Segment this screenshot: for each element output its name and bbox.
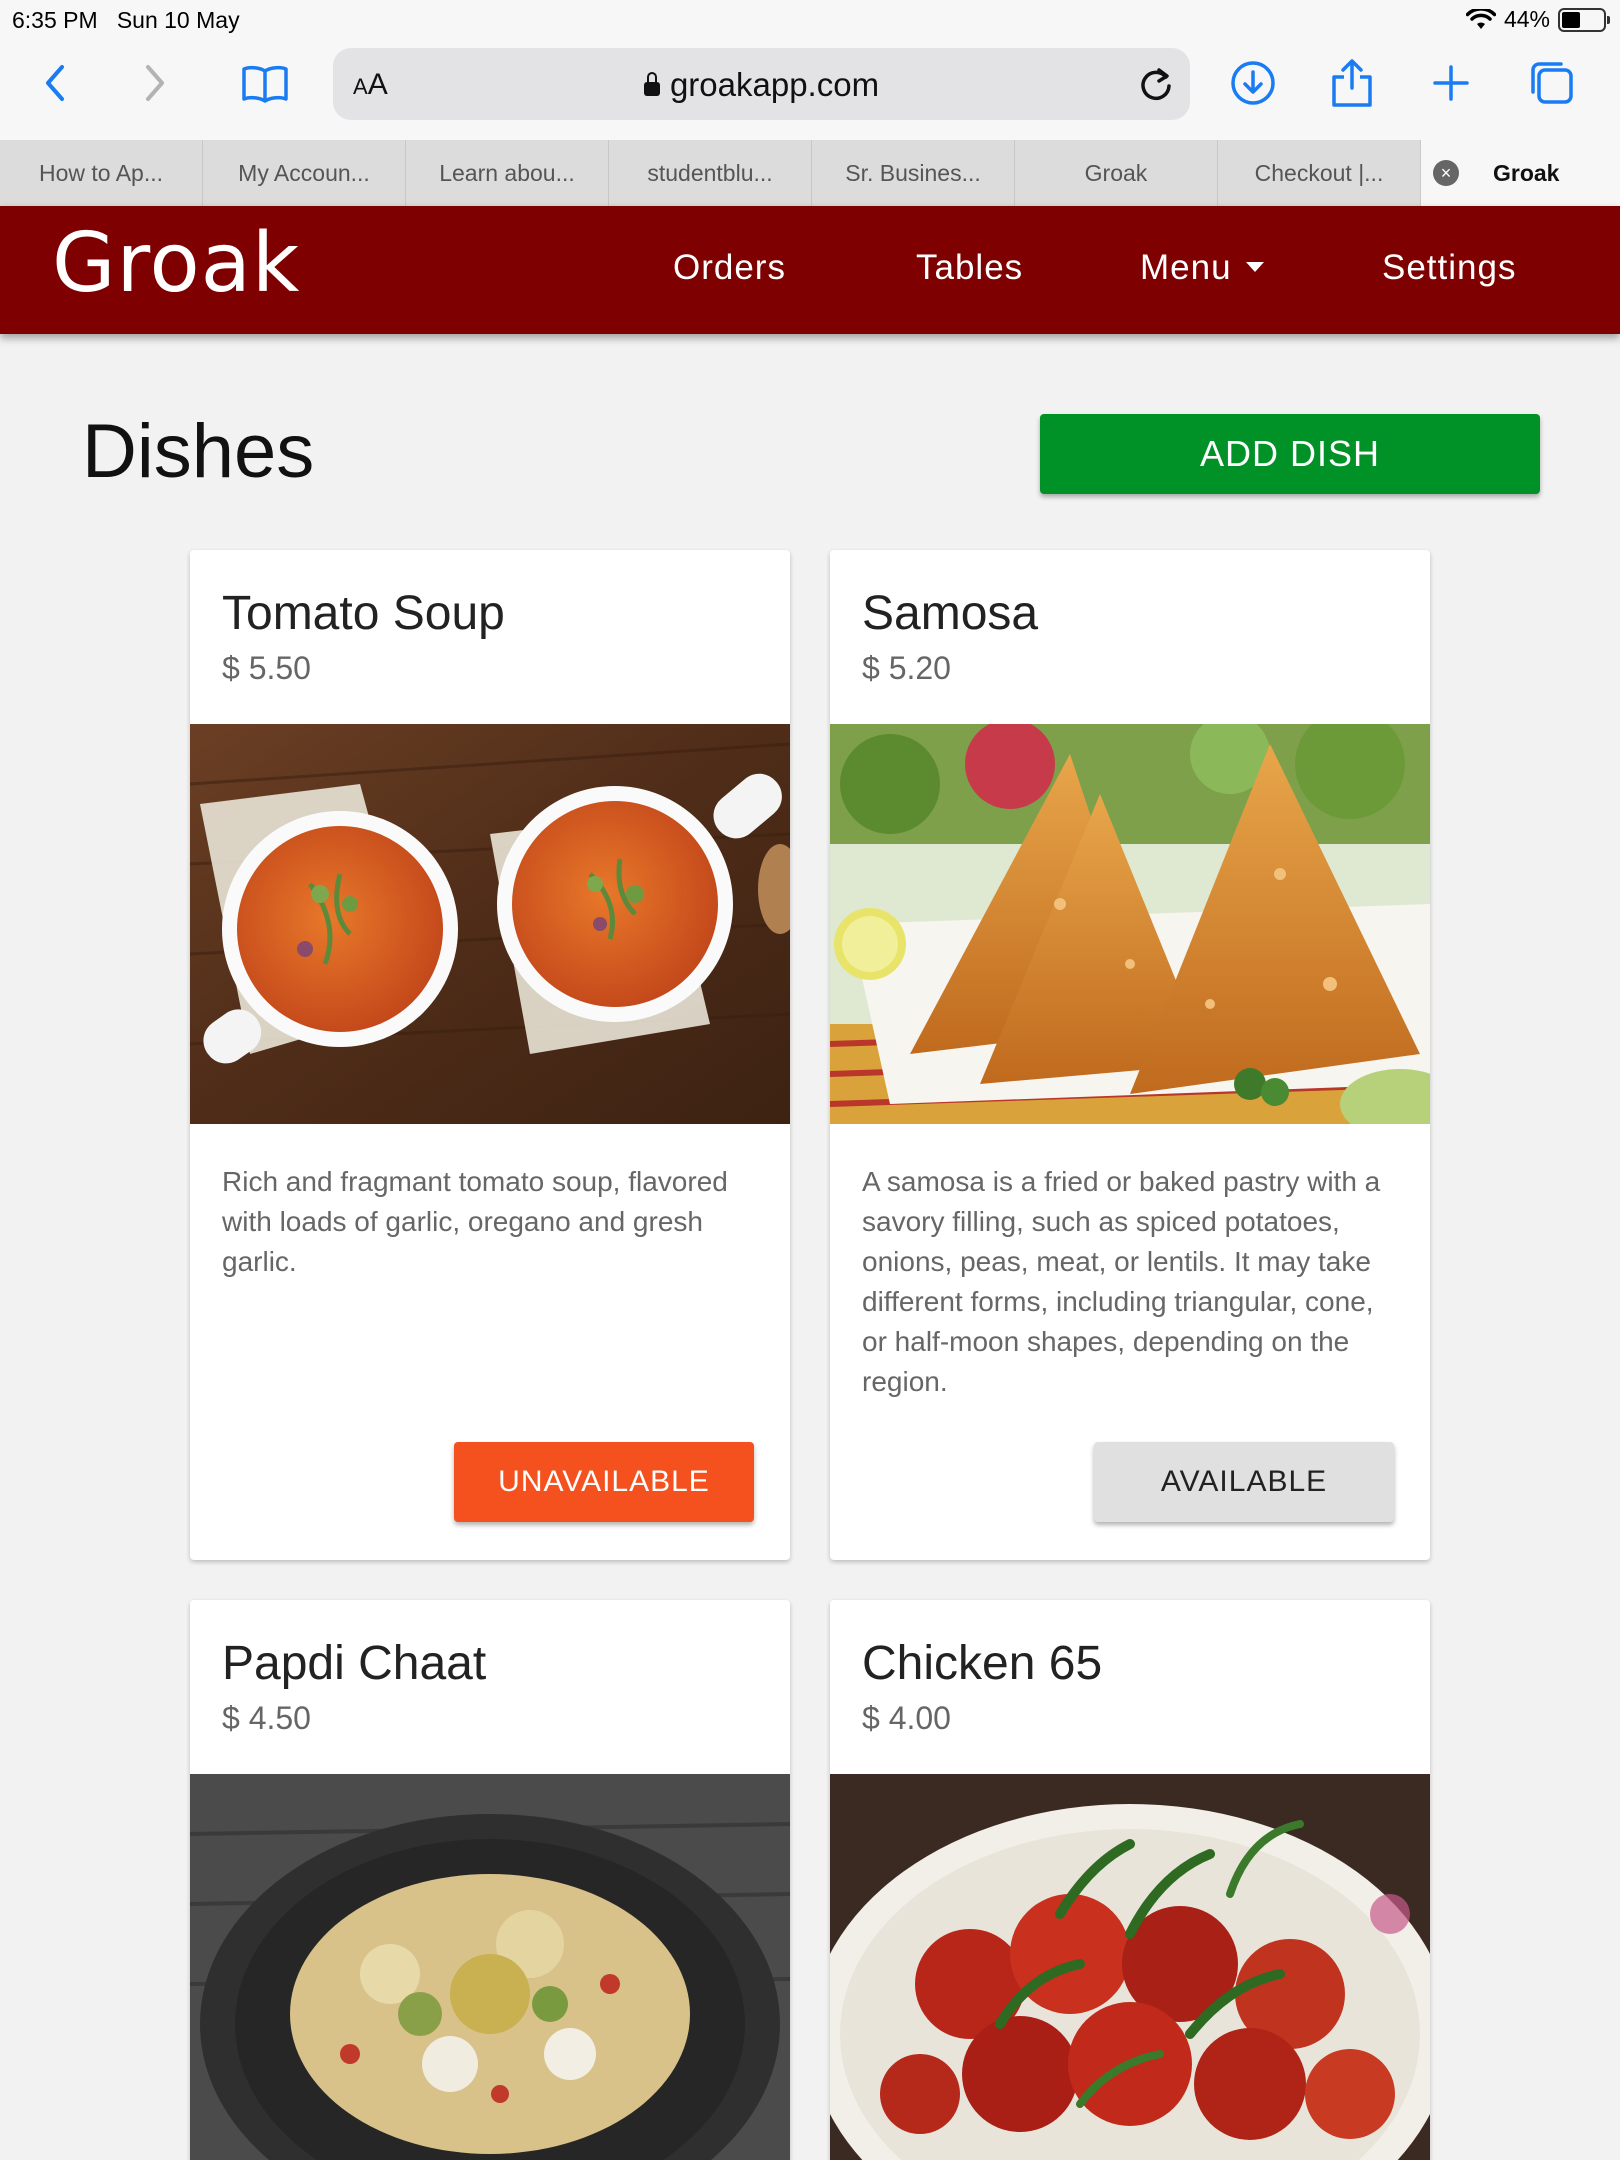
- browser-tab[interactable]: Learn abou...: [406, 140, 609, 206]
- browser-tab[interactable]: Checkout |...: [1218, 140, 1421, 206]
- tabs-overview-icon[interactable]: [1526, 58, 1576, 108]
- nav-menu-dropdown[interactable]: Menu: [1140, 248, 1264, 288]
- dish-price: $ 4.00: [862, 1700, 951, 1736]
- status-date: Sun 10 May: [116, 7, 240, 33]
- status-right: 44%: [1465, 6, 1610, 33]
- add-dish-button[interactable]: ADD DISH: [1040, 414, 1540, 494]
- dish-image-chicken-65: [830, 1774, 1430, 2160]
- bookmarks-icon[interactable]: [240, 58, 290, 108]
- tab-label: How to Ap...: [38, 159, 163, 186]
- wifi-icon: [1465, 8, 1496, 29]
- browser-tab[interactable]: Groak: [1015, 140, 1218, 206]
- status-time: 6:35 PM Sun 10 May: [12, 7, 240, 34]
- battery-percent: 44%: [1503, 6, 1550, 32]
- browser-tab[interactable]: How to Ap...: [0, 140, 203, 206]
- dish-name: Tomato Soup: [222, 587, 505, 640]
- dish-price: $ 5.20: [862, 650, 951, 686]
- tab-label: Checkout |...: [1254, 159, 1384, 186]
- dish-card: Chicken 65 $ 4.00: [830, 1600, 1430, 2160]
- dish-name: Papdi Chaat: [222, 1637, 487, 1690]
- new-tab-icon[interactable]: [1426, 58, 1476, 108]
- dish-description: A samosa is a fried or baked pastry with…: [862, 1166, 1381, 1397]
- page-title: Dishes: [82, 409, 315, 494]
- browser-tab[interactable]: My Accoun...: [203, 140, 406, 206]
- url-display: groakapp.com: [333, 66, 1190, 104]
- nav-orders[interactable]: Orders: [673, 248, 786, 288]
- dish-price: $ 5.50: [222, 650, 311, 686]
- download-icon[interactable]: [1228, 58, 1278, 108]
- nav-tables[interactable]: Tables: [916, 248, 1023, 288]
- browser-tab[interactable]: Sr. Busines...: [812, 140, 1015, 206]
- dish-price: $ 4.50: [222, 1700, 311, 1736]
- dish-card: Samosa $ 5.20 A samosa is a fried or bak…: [830, 550, 1430, 1560]
- dish-name: Samosa: [862, 587, 1039, 640]
- battery-icon: [1558, 7, 1610, 32]
- caret-down-icon: [1245, 261, 1264, 272]
- tab-label: Groak: [1493, 159, 1560, 186]
- url-bar[interactable]: AA groakapp.com: [333, 48, 1190, 120]
- tab-label: My Accoun...: [238, 159, 370, 186]
- dish-image-papdi-chaat: [190, 1774, 790, 2160]
- browser-tab-active[interactable]: × Groak: [1421, 140, 1620, 206]
- app-navbar: Groak Orders Tables Menu Settings: [0, 206, 1620, 334]
- dish-card: Papdi Chaat $ 4.50: [190, 1600, 790, 2160]
- groak-logo[interactable]: Groak: [52, 216, 300, 311]
- lock-icon: [643, 72, 660, 96]
- availability-toggle-button[interactable]: AVAILABLE: [1094, 1442, 1394, 1522]
- share-icon[interactable]: [1327, 58, 1377, 108]
- back-icon[interactable]: [30, 58, 80, 108]
- tab-label: Learn abou...: [439, 159, 575, 186]
- dish-image-samosa: [830, 724, 1430, 1124]
- tab-label: studentblu...: [647, 159, 773, 186]
- reload-icon[interactable]: [1136, 64, 1176, 104]
- url-text: groakapp.com: [669, 66, 880, 103]
- tab-label: Groak: [1084, 159, 1148, 186]
- dish-image-tomato-soup: [190, 724, 790, 1124]
- tab-label: Sr. Busines...: [845, 159, 981, 186]
- browser-tabs: How to Ap... My Accoun... Learn abou... …: [0, 140, 1620, 206]
- dish-name: Chicken 65: [862, 1637, 1103, 1690]
- dish-card: Tomato Soup $ 5.50 Rich and fragmant tom…: [190, 550, 790, 1560]
- status-bar: 6:35 PM Sun 10 May 44%: [0, 0, 1620, 40]
- availability-toggle-button[interactable]: UNAVAILABLE: [454, 1442, 754, 1522]
- close-tab-icon[interactable]: ×: [1433, 160, 1459, 186]
- status-clock: 6:35 PM: [12, 7, 98, 33]
- forward-icon[interactable]: [130, 58, 180, 108]
- browser-tab[interactable]: studentblu...: [609, 140, 812, 206]
- dish-description: Rich and fragmant tomato soup, flavored …: [222, 1166, 728, 1277]
- nav-settings[interactable]: Settings: [1382, 248, 1516, 288]
- browser-toolbar: AA groakapp.com: [0, 40, 1620, 140]
- nav-menu-label: Menu: [1140, 248, 1232, 287]
